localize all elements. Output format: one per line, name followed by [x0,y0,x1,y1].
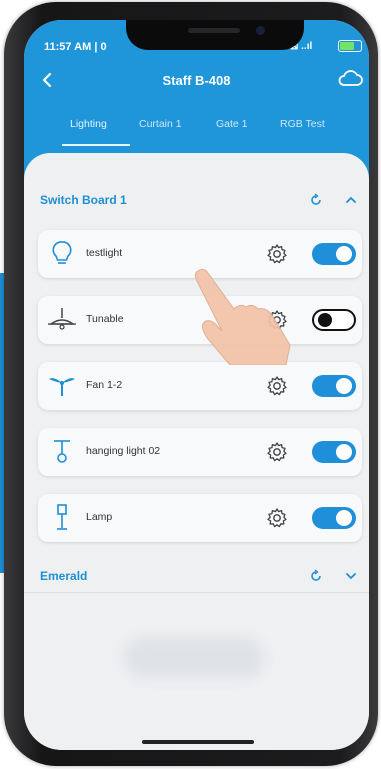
pointing-hand-icon [194,268,291,365]
app-screen: 11:57 AM | 0 ⊠ ..ıl Staff B-408 Lighting… [24,20,369,750]
blurred-content [124,638,264,678]
bulb-icon [52,241,72,264]
floor-lamp-icon [57,504,67,530]
chevron-up-icon[interactable] [344,193,358,207]
device-name: testlight [86,247,123,259]
power-toggle[interactable] [312,441,356,463]
status-time: 11:57 AM | 0 [44,41,107,53]
tab-curtain-1[interactable]: Curtain 1 [139,118,182,130]
tab-rgb-test[interactable]: RGB Test [280,118,325,130]
power-toggle[interactable] [312,375,356,397]
power-toggle[interactable] [312,243,356,265]
device-row-hanging-light-02[interactable]: hanging light 02 [38,428,362,476]
gear-icon[interactable] [266,441,288,463]
device-name: Lamp [86,511,113,523]
gear-icon[interactable] [266,375,288,397]
section-divider [24,592,369,593]
power-toggle[interactable] [312,507,356,529]
refresh-icon[interactable] [309,569,323,583]
phone-frame: 11:57 AM | 0 ⊠ ..ıl Staff B-408 Lighting… [4,2,378,766]
fan-icon [49,378,75,396]
tab-bar: Lighting Curtain 1 Gate 1 RGB Test [24,118,369,138]
gear-icon[interactable] [266,243,288,265]
active-tab-indicator [62,144,130,146]
page-title: Staff B-408 [162,73,231,88]
device-name: Fan 1-2 [86,379,123,391]
power-toggle[interactable] [312,309,356,331]
device-row-fan-1-2[interactable]: Fan 1-2 [38,362,362,410]
tab-lighting[interactable]: Lighting [70,118,107,130]
device-row-lamp[interactable]: Lamp [38,494,362,542]
battery-icon [338,40,362,52]
tab-gate-1[interactable]: Gate 1 [216,118,248,130]
section-title-emerald: Emerald [40,569,88,583]
device-name: Tunable [86,313,124,325]
section-title-switch-board-1: Switch Board 1 [40,193,127,207]
phone-notch [126,20,304,50]
device-name: hanging light 02 [86,445,161,457]
cloud-icon[interactable] [337,68,363,88]
gear-icon[interactable] [266,507,288,529]
hanging-light-icon [54,440,70,463]
home-indicator[interactable] [142,740,254,744]
refresh-icon[interactable] [309,193,323,207]
ceiling-lamp-icon [48,308,76,330]
chevron-down-icon[interactable] [344,569,358,583]
